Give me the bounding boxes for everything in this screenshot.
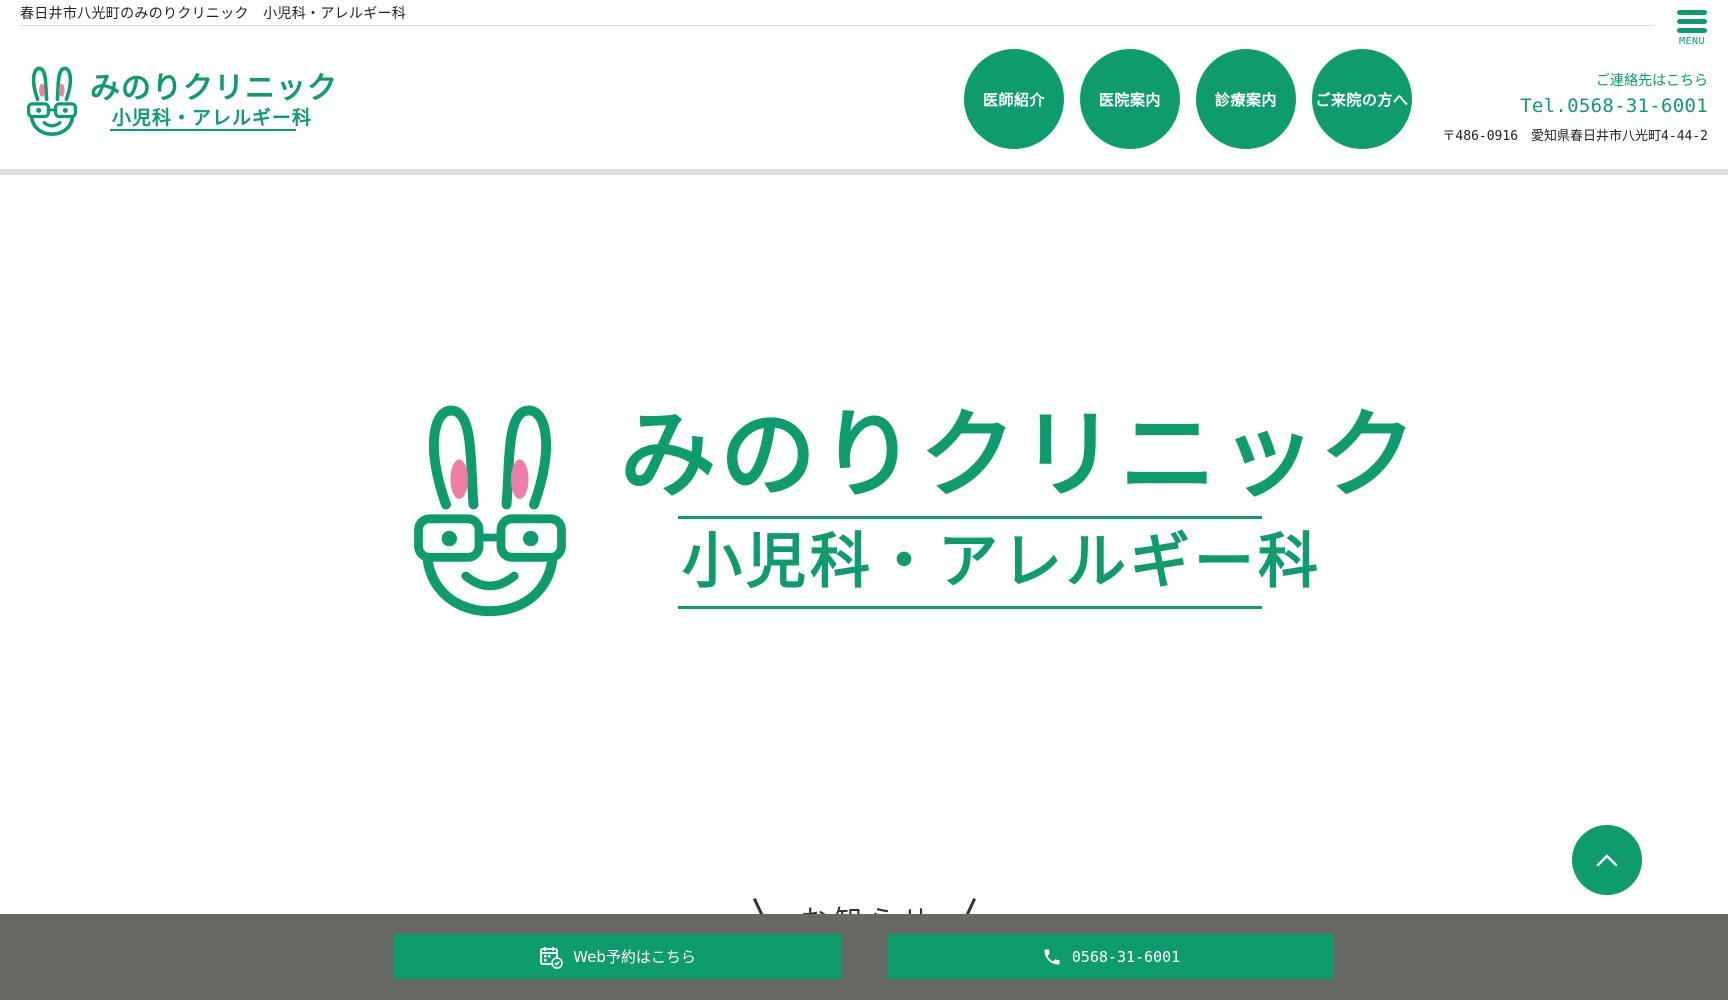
hamburger-icon (1677, 10, 1707, 15)
phone-icon (1044, 949, 1060, 964)
hero-title: みのりクリニック (620, 399, 1420, 511)
menu-button[interactable]: MENU (1670, 6, 1714, 54)
menu-label: MENU (1678, 36, 1706, 47)
contact-label: ご連絡先はこちら (1596, 73, 1708, 89)
contact-phone-link[interactable]: Tel.0568-31-6001 (1442, 95, 1708, 117)
contact-address: 〒486-0916 愛知県春日井市八光町4-44-2 (1442, 129, 1708, 144)
bottom-action-bar: Web予約はこちら 0568-31-6001 (0, 914, 1728, 1000)
nav-item-visitors[interactable]: ご来院の方へ (1312, 49, 1412, 149)
global-nav: 医師紹介 医院案内 診療案内 ご来院の方へ (964, 49, 1412, 149)
hamburger-icon-bar (1677, 19, 1707, 24)
logo-title: みのりクリニック (90, 71, 338, 106)
contact-info: ご連絡先はこちら Tel.0568-31-6001 〒486-0916 愛知県春… (1442, 70, 1708, 144)
nav-item-clinic[interactable]: 医院案内 (1080, 49, 1180, 149)
web-reservation-label: Web予約はこちら (573, 948, 696, 966)
hamburger-icon-bar (1677, 28, 1707, 33)
hero-section: みのりクリニック 小児科・アレルギー科 (0, 175, 1728, 915)
chevron-up-icon (1596, 854, 1618, 867)
web-reservation-button[interactable]: Web予約はこちら (394, 934, 841, 979)
header-logo[interactable]: みのりクリニック 小児科・アレルギー科 (24, 63, 337, 138)
hero-rule (678, 516, 1262, 519)
top-divider (20, 25, 1654, 26)
phone-call-button[interactable]: 0568-31-6001 (888, 934, 1334, 979)
phone-call-label: 0568-31-6001 (1071, 947, 1181, 966)
rabbit-logo-icon (26, 66, 78, 136)
hero-logo: みのりクリニック 小児科・アレルギー科 (410, 400, 1416, 630)
logo-subtitle: 小児科・アレルギー科 (112, 107, 313, 129)
rabbit-hero-icon (414, 405, 566, 617)
hero-subtitle: 小児科・アレルギー科 (682, 527, 1322, 597)
hero-rule (678, 606, 1262, 609)
site-tagline: 春日井市八光町のみのりクリニック 小児科・アレルギー科 (20, 6, 407, 22)
nav-item-services[interactable]: 診療案内 (1196, 49, 1296, 149)
calendar-check-icon (540, 946, 563, 969)
top-bar: 春日井市八光町のみのりクリニック 小児科・アレルギー科 (0, 0, 1728, 27)
nav-item-doctor[interactable]: 医師紹介 (964, 49, 1064, 149)
scroll-top-button[interactable] (1572, 825, 1642, 895)
logo-underline (110, 129, 296, 131)
